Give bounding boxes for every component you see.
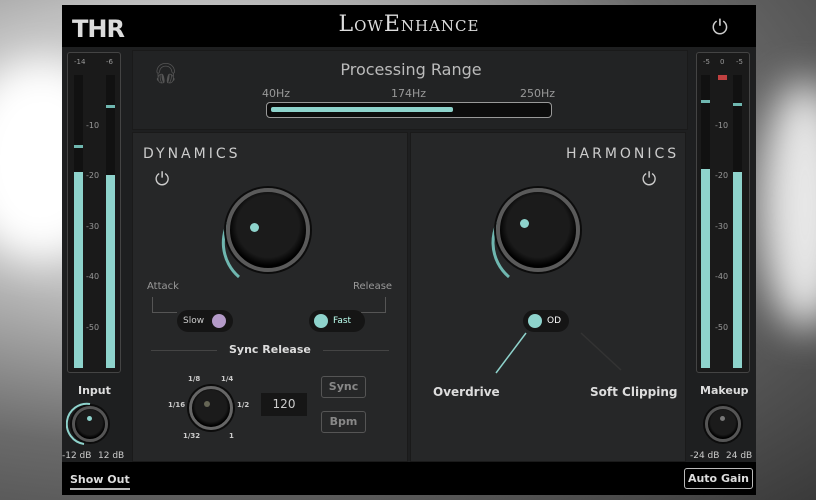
release-toggle[interactable]: Fast <box>309 310 365 332</box>
meter-label: -5 <box>736 58 743 66</box>
output-meter: -5 0 -5 -10 -20 -30 -40 -50 <box>696 52 750 373</box>
show-out-button[interactable]: Show Out <box>70 473 130 490</box>
range-slider[interactable] <box>266 102 552 118</box>
scale-label: -10 <box>715 121 729 130</box>
range-high: 250Hz <box>520 87 556 100</box>
divider <box>323 350 389 351</box>
meter-bar-left <box>701 75 710 368</box>
dynamics-title: DYNAMICS <box>143 146 241 162</box>
meter-label: -5 <box>703 58 710 66</box>
meter-bar-right <box>106 75 115 368</box>
meter-bar-right <box>733 75 742 368</box>
range-panel: 🎧︎ Processing Range 40Hz 174Hz 250Hz <box>132 50 688 130</box>
harmonics-title: HARMONICS <box>566 146 680 162</box>
scale-label: -40 <box>715 272 729 281</box>
release-value: Fast <box>333 316 352 326</box>
makeup-label: Makeup <box>700 384 749 397</box>
scale-label: -30 <box>86 222 100 231</box>
input-label: Input <box>78 384 111 397</box>
harmonics-knob[interactable] <box>496 188 580 272</box>
harmonics-panel: HARMONICS ⏻ OD Overdrive Soft Clipping <box>410 132 686 462</box>
attack-toggle[interactable]: Slow <box>177 310 233 332</box>
scale-label: -50 <box>86 323 100 332</box>
makeup-max: 24 dB <box>726 451 753 461</box>
plugin-window: THR LowEnhance ⏻ -14 -6 -10 -20 -30 -40 … <box>62 5 756 495</box>
division-label: 1/16 <box>168 401 186 409</box>
power-icon[interactable]: ⏻ <box>712 15 728 39</box>
auto-gain-button[interactable]: Auto Gain <box>683 468 753 489</box>
divider <box>151 350 217 351</box>
scale-label: -10 <box>86 121 100 130</box>
input-meter: -14 -6 -10 -20 -30 -40 -50 <box>67 52 121 373</box>
bpm-field[interactable]: 120 <box>261 393 307 416</box>
makeup-knob[interactable] <box>705 406 741 442</box>
meter-label: 0 <box>720 58 725 66</box>
sync-button[interactable]: Sync <box>321 376 366 398</box>
meter-label: -6 <box>106 58 113 66</box>
range-mid: 174Hz <box>391 87 427 100</box>
division-label: 1 <box>229 432 234 440</box>
soft-clipping-label[interactable]: Soft Clipping <box>590 385 677 399</box>
plugin-title: LowEnhance <box>338 12 480 37</box>
release-bracket <box>361 297 386 313</box>
clip-indicator[interactable] <box>718 75 727 80</box>
header: THR LowEnhance ⏻ <box>62 5 756 47</box>
makeup-min: -24 dB <box>690 451 720 461</box>
scale-label: -30 <box>715 222 729 231</box>
dynamics-panel: DYNAMICS ⏻ Attack Release Slow Fast Sync… <box>132 132 408 462</box>
scale-label: -40 <box>86 272 100 281</box>
input-arc <box>66 402 91 445</box>
division-label: 1/2 <box>237 401 250 409</box>
dynamics-knob[interactable] <box>226 188 310 272</box>
sync-division-knob[interactable] <box>189 386 233 430</box>
mode-lines <box>495 332 622 374</box>
meter-bar-left <box>74 75 83 368</box>
division-label: 1/32 <box>183 432 201 440</box>
sync-release-title: Sync Release <box>229 343 311 356</box>
division-label: 1/4 <box>221 375 234 383</box>
input-max: 12 dB <box>98 451 125 461</box>
meter-label: -14 <box>74 58 86 66</box>
footer: Show Out Auto Gain <box>62 462 756 495</box>
overdrive-label[interactable]: Overdrive <box>433 385 500 399</box>
attack-label: Attack <box>147 281 179 292</box>
input-min: -12 dB <box>62 451 92 461</box>
dynamics-power-icon[interactable]: ⏻ <box>155 169 169 190</box>
scale-label: -20 <box>715 171 729 180</box>
division-label: 1/8 <box>188 375 201 383</box>
release-label: Release <box>353 281 393 292</box>
scale-label: -20 <box>86 171 100 180</box>
range-title: Processing Range <box>340 60 482 79</box>
harmonics-power-icon[interactable]: ⏻ <box>642 169 656 190</box>
scale-label: -50 <box>715 323 729 332</box>
bpm-button[interactable]: Bpm <box>321 411 366 433</box>
attack-bracket <box>152 297 177 313</box>
range-low: 40Hz <box>262 87 291 100</box>
attack-value: Slow <box>183 316 205 326</box>
